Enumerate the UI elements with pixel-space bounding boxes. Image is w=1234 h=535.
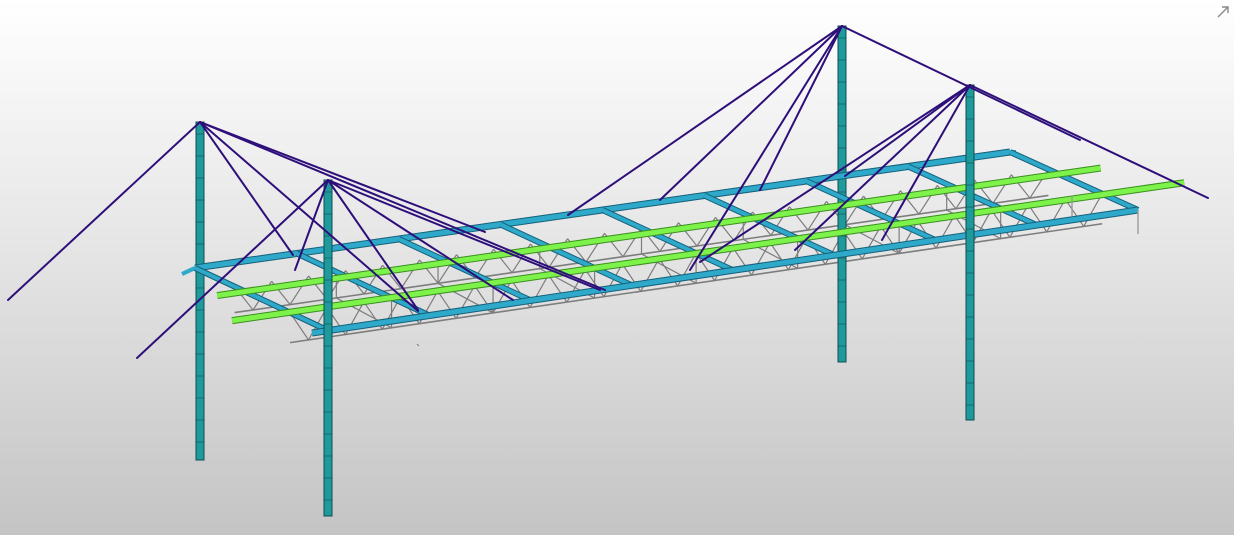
model-viewport[interactable] [0, 0, 1234, 535]
expand-diagonal-arrow-icon [1217, 6, 1229, 18]
stay-cable [199, 121, 606, 291]
backstay-pylon-3 [841, 25, 1081, 141]
stay-cable [759, 25, 843, 191]
pylon-4[interactable] [965, 84, 975, 421]
stay-cable [199, 121, 486, 233]
truss-detail [416, 343, 420, 347]
expand-view-button[interactable] [1214, 3, 1232, 21]
backstay-pylon-1 [7, 121, 201, 301]
deck-overhang-north [181, 266, 196, 276]
stay-cable [294, 179, 329, 271]
stringer-south [231, 180, 1185, 324]
stay-cable [567, 25, 843, 216]
pylon-1[interactable] [195, 121, 205, 461]
backstay-pylon-2 [136, 179, 329, 359]
bridge-3d-view [7, 25, 1209, 517]
